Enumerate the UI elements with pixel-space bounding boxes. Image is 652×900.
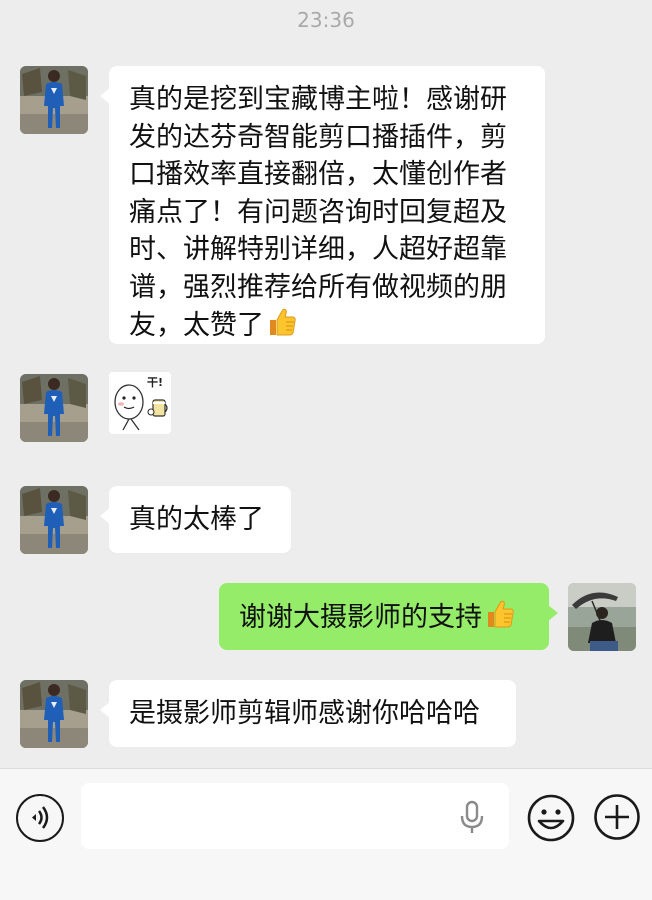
message-bubble-incoming[interactable]: 是摄影师剪辑师感谢你哈哈哈 (100, 680, 516, 747)
my-avatar[interactable] (568, 583, 636, 651)
message-bubble-incoming[interactable]: 真的是挖到宝藏博主啦！感谢研发的达芬奇智能剪口播插件，剪口播效率直接翻倍，太懂创… (100, 66, 545, 344)
voice-icon[interactable] (16, 794, 64, 842)
timestamp: 23:36 (297, 8, 355, 32)
message-bubble-incoming[interactable]: 真的太棒了 (100, 486, 291, 553)
cheers-sticker[interactable]: 干! (109, 372, 171, 434)
thumbs-up-icon (484, 598, 516, 641)
chat-input-bar (0, 768, 652, 900)
microphone-icon[interactable] (458, 799, 486, 835)
thumbs-up-icon (266, 306, 298, 349)
sticker-caption: 干! (147, 376, 164, 389)
message-bubble-outgoing[interactable]: 谢谢大摄影师的支持 (219, 583, 558, 650)
message-text: 是摄影师剪辑师感谢你哈哈哈 (129, 698, 480, 729)
contact-avatar[interactable] (20, 66, 88, 134)
message-text: 真的太棒了 (129, 504, 264, 535)
contact-avatar[interactable] (20, 374, 88, 442)
plus-icon[interactable] (593, 793, 641, 841)
emoji-icon[interactable] (526, 793, 576, 843)
message-text: 真的是挖到宝藏博主啦！感谢研发的达芬奇智能剪口播插件，剪口播效率直接翻倍，太懂创… (129, 84, 507, 341)
message-input[interactable] (81, 783, 509, 849)
contact-avatar[interactable] (20, 680, 88, 748)
contact-avatar[interactable] (20, 486, 88, 554)
message-text: 谢谢大摄影师的支持 (239, 602, 482, 633)
